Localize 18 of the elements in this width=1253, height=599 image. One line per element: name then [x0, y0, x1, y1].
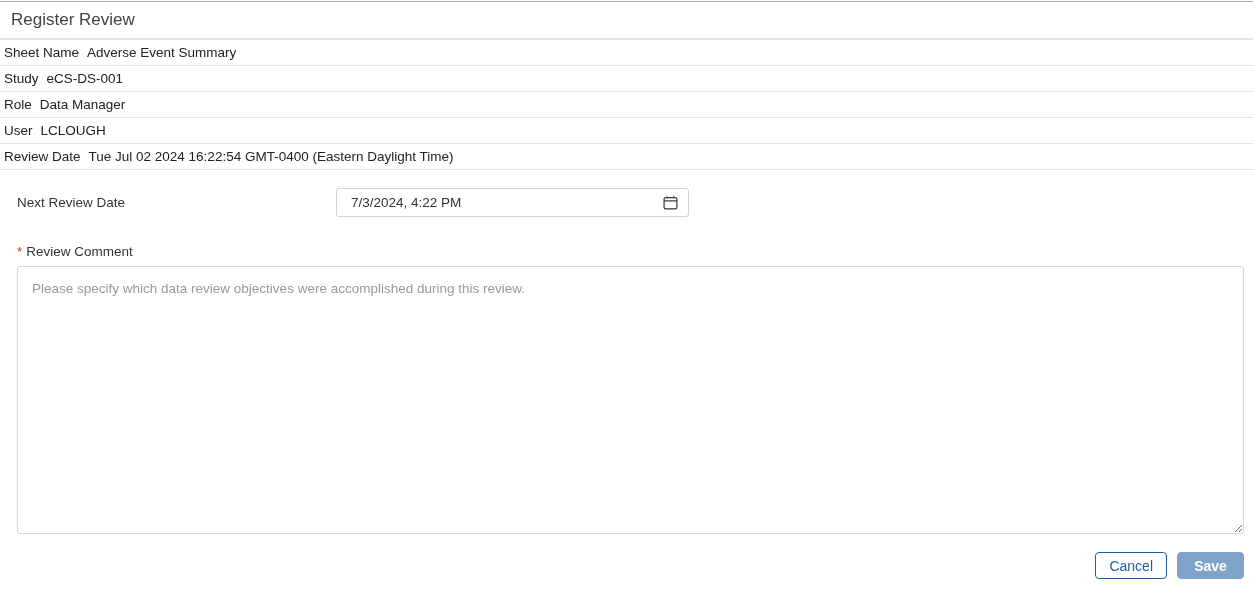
field-label: Next Review Date [17, 195, 127, 210]
date-field[interactable]: 7/3/2024, 4:22 PM [336, 188, 689, 217]
field-label: Review Comment [26, 244, 133, 259]
cancel-button[interactable]: Cancel [1095, 552, 1167, 579]
detail-label: Role [4, 97, 32, 112]
detail-value: eCS-DS-001 [46, 71, 124, 86]
detail-value: Tue Jul 02 2024 16:22:54 GMT-0400 (Eastern Daylight Time) [88, 149, 454, 164]
dialog-title: Register Review [11, 10, 135, 30]
detail-value: Data Manager [39, 97, 126, 112]
detail-label: User [4, 123, 33, 138]
detail-label: Study [4, 71, 39, 86]
detail-value: LCLOUGH [40, 123, 106, 138]
detail-label: Review Date [4, 149, 81, 164]
calendar-icon[interactable] [663, 195, 678, 210]
comment-field[interactable]: Please specify which data review objectives were accomplished during this review. [17, 266, 1244, 534]
required-mark: * [17, 244, 23, 259]
detail-label: Sheet Name [4, 45, 80, 60]
detail-value: Adverse Event Summary [87, 45, 237, 60]
